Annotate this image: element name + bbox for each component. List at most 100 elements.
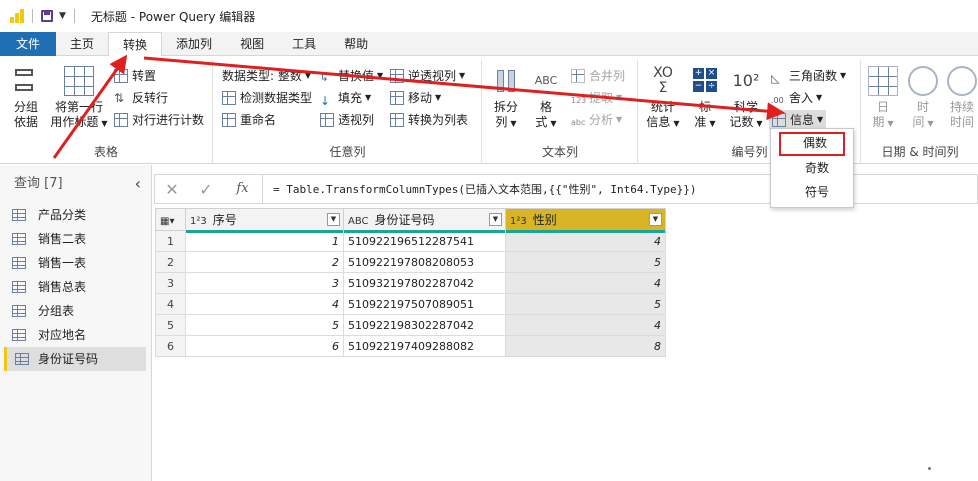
cell[interactable]: 510922196512287541 xyxy=(343,230,506,252)
format-button[interactable]: ABC 格 式 ▼ xyxy=(529,62,563,131)
unpivot-button[interactable]: 逆透视列 ▼ xyxy=(390,66,465,86)
menu-item-even[interactable]: 偶数 xyxy=(779,132,845,156)
row-number[interactable]: 1 xyxy=(155,230,186,252)
cell[interactable]: 4 xyxy=(505,272,666,294)
date-label-2: 期 xyxy=(872,115,885,129)
pivot-column-button[interactable]: 透视列 xyxy=(320,110,374,130)
cell[interactable]: 2 xyxy=(185,251,344,273)
statistics-button[interactable]: XO Σ 统计 信息 ▼ xyxy=(643,62,683,131)
row-number[interactable]: 4 xyxy=(155,293,186,315)
extract-button[interactable]: 123 提取 ▼ xyxy=(571,88,622,108)
row-number[interactable]: 6 xyxy=(155,335,186,357)
fill-button[interactable]: ↓ 填充 ▼ xyxy=(320,88,371,108)
information-button[interactable]: 信息 ▼ xyxy=(769,110,827,130)
table-row: 3 3 510932197802287042 4 xyxy=(155,272,666,294)
trig-button[interactable]: ◺ 三角函数 ▼ xyxy=(771,66,846,86)
fx-icon[interactable]: fx xyxy=(223,174,263,204)
scientific-button[interactable]: 10² 科学 记数 ▼ xyxy=(727,62,765,131)
duration-button[interactable]: 持续 时间 xyxy=(946,62,978,130)
chevron-down-icon: ▼ xyxy=(377,71,384,80)
group-by-button[interactable]: 分组 依据 xyxy=(6,62,46,130)
standard-label-1: 标 xyxy=(698,100,711,114)
standard-button[interactable]: + × − ÷ 标 准 ▼ xyxy=(687,62,723,131)
query-item-selected[interactable]: 身份证号码 xyxy=(4,347,146,371)
column-header-selected[interactable]: 1²3 性别 ▼ xyxy=(505,208,666,233)
cell[interactable]: 510922197808208053 xyxy=(343,251,506,273)
chevron-down-icon: ▼ xyxy=(459,71,466,80)
row-number[interactable]: 3 xyxy=(155,272,186,294)
filter-dropdown-icon[interactable]: ▼ xyxy=(327,213,340,226)
query-item[interactable]: 分组表 xyxy=(4,299,146,323)
query-item[interactable]: 销售总表 xyxy=(4,275,146,299)
cancel-icon[interactable]: ✕ xyxy=(155,180,189,199)
transpose-button[interactable]: 转置 xyxy=(114,66,156,86)
collapse-pane-icon[interactable]: ‹ xyxy=(135,165,141,203)
time-button[interactable]: 时 间 ▼ xyxy=(906,62,940,131)
query-item[interactable]: 销售一表 xyxy=(4,251,146,275)
scientific-label-2: 记数 xyxy=(729,115,754,129)
detect-type-button[interactable]: 检测数据类型 xyxy=(222,88,312,108)
filter-dropdown-icon[interactable]: ▼ xyxy=(649,213,662,226)
cell[interactable]: 4 xyxy=(505,314,666,336)
count-rows-button[interactable]: 对行进行计数 xyxy=(114,110,204,130)
data-type-dropdown[interactable]: 数据类型: 整数 ▼ xyxy=(222,66,311,86)
formula-input[interactable]: = Table.TransformColumnTypes(已插入文本范围,{{"… xyxy=(263,181,697,197)
tab-file[interactable]: 文件 xyxy=(0,32,57,56)
cell[interactable]: 4 xyxy=(185,293,344,315)
cell[interactable]: 510932197802287042 xyxy=(343,272,506,294)
rounding-button[interactable]: .00 舍入 ▼ xyxy=(771,88,822,108)
date-button[interactable]: 日 期 ▼ xyxy=(866,62,900,131)
cell[interactable]: 5 xyxy=(505,251,666,273)
cell[interactable]: 510922197409288082 xyxy=(343,335,506,357)
cell[interactable]: 510922198302287042 xyxy=(343,314,506,336)
text-type-icon[interactable]: ABC xyxy=(348,216,369,227)
menu-item-sign[interactable]: 符号 xyxy=(771,180,853,204)
statistics-label-2: 信息 xyxy=(646,115,671,129)
table-header-icon xyxy=(64,66,94,96)
filter-dropdown-icon[interactable]: ▼ xyxy=(489,213,502,226)
cell[interactable]: 8 xyxy=(505,335,666,357)
column-header[interactable]: 1²3 序号 ▼ xyxy=(185,208,344,233)
rename-button[interactable]: 重命名 xyxy=(222,110,276,130)
group-by-label: 分组 依据 xyxy=(13,100,38,129)
tab-tools[interactable]: 工具 xyxy=(278,32,330,56)
cell[interactable]: 1 xyxy=(185,230,344,252)
menu-item-odd[interactable]: 奇数 xyxy=(771,156,853,180)
use-first-row-button[interactable]: 将第一行 用作标题 ▼ xyxy=(50,62,108,131)
parse-button[interactable]: abc 分析 ▼ xyxy=(571,110,622,130)
cell[interactable]: 5 xyxy=(185,314,344,336)
query-item[interactable]: 销售二表 xyxy=(4,227,146,251)
tab-home[interactable]: 主页 xyxy=(56,32,108,56)
time-label-1: 时 xyxy=(916,100,929,114)
table-row: 2 2 510922197808208053 5 xyxy=(155,251,666,273)
column-header[interactable]: ABC 身份证号码 ▼ xyxy=(343,208,506,233)
chevron-down-icon: ▼ xyxy=(510,119,517,128)
reverse-rows-button[interactable]: ⇅ 反转行 xyxy=(114,88,168,108)
split-column-button[interactable]: 拆分 列 ▼ xyxy=(489,62,523,131)
whole-number-type-icon[interactable]: 1²3 xyxy=(190,216,207,227)
query-item[interactable]: 对应地名 xyxy=(4,323,146,347)
cell[interactable]: 6 xyxy=(185,335,344,357)
query-item[interactable]: 产品分类 xyxy=(4,203,146,227)
standard-ops-icon: + × − ÷ xyxy=(693,68,717,92)
replace-values-button[interactable]: ↳ 替换值 ▼ xyxy=(320,66,383,86)
row-number[interactable]: 5 xyxy=(155,314,186,336)
tab-help[interactable]: 帮助 xyxy=(330,32,382,56)
whole-number-type-icon[interactable]: 1²3 xyxy=(510,216,527,227)
tab-view[interactable]: 视图 xyxy=(226,32,278,56)
merge-columns-button[interactable]: 合并列 xyxy=(571,66,625,86)
cell[interactable]: 5 xyxy=(505,293,666,315)
row-number[interactable]: 2 xyxy=(155,251,186,273)
save-icon[interactable] xyxy=(41,10,53,22)
convert-to-list-button[interactable]: 转换为列表 xyxy=(390,110,468,130)
quick-access-dropdown-icon[interactable]: ▼ xyxy=(59,11,66,21)
table-menu-button[interactable]: ▦▾ xyxy=(155,208,186,231)
cell[interactable]: 510922197507089051 xyxy=(343,293,506,315)
cell[interactable]: 3 xyxy=(185,272,344,294)
tab-add-column[interactable]: 添加列 xyxy=(162,32,226,56)
tab-transform[interactable]: 转换 xyxy=(108,32,163,57)
commit-icon[interactable]: ✓ xyxy=(189,180,223,199)
standard-label-2: 准 xyxy=(694,115,707,129)
move-button[interactable]: 移动 ▼ xyxy=(390,88,441,108)
cell[interactable]: 4 xyxy=(505,230,666,252)
